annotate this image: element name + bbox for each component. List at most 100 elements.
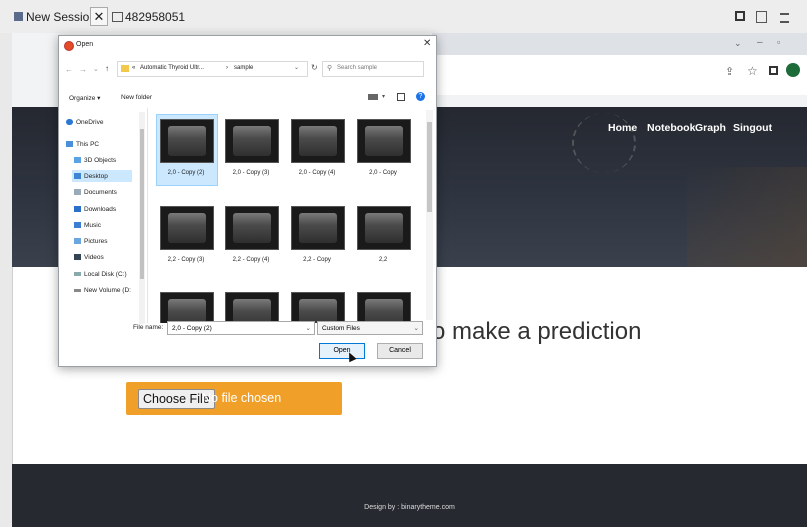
nav-scrollbar-thumb[interactable]: [140, 129, 144, 279]
nav-graph[interactable]: Graph: [695, 122, 726, 134]
nav-item-new-volume[interactable]: New Volume (D:: [74, 284, 131, 296]
copy-icon[interactable]: [756, 11, 767, 23]
tab-strip: [432, 33, 807, 55]
file-thumbnail[interactable]: [160, 206, 214, 250]
chevron-down-icon[interactable]: ⌄: [306, 322, 311, 336]
file-thumbnail[interactable]: [160, 119, 214, 163]
search-field[interactable]: ⚲ Search sample: [322, 61, 424, 77]
file-grid-scrollbar-thumb[interactable]: [427, 122, 432, 212]
navigation-pane: OneDrive This PC 3D Objects Desktop Docu…: [59, 108, 148, 323]
avatar[interactable]: [786, 63, 800, 77]
menu-icon[interactable]: [780, 13, 789, 23]
nav-item-label: Desktop: [84, 172, 108, 180]
nav-item-onedrive[interactable]: OneDrive: [66, 116, 103, 128]
document-icon: [74, 189, 81, 195]
video-icon: [74, 254, 81, 260]
filename-input[interactable]: 2,0 - Copy (2) ⌄: [167, 321, 315, 335]
file-thumbnail[interactable]: [357, 119, 411, 163]
nav-item-this-pc[interactable]: This PC: [66, 138, 99, 150]
preview-pane-icon[interactable]: [397, 93, 405, 101]
file-label[interactable]: 2,0 - Copy (3): [216, 170, 286, 176]
file-type-select[interactable]: Custom Files ⌄: [317, 321, 423, 335]
nav-item-label: Downloads: [84, 205, 117, 213]
cancel-button[interactable]: Cancel: [377, 343, 423, 359]
file-thumbnail[interactable]: [291, 292, 345, 323]
nav-item-documents[interactable]: Documents: [74, 186, 117, 198]
path-overflow[interactable]: «: [132, 65, 135, 71]
nav-item-downloads[interactable]: Downloads: [74, 203, 116, 215]
nav-home[interactable]: Home: [608, 122, 637, 134]
nav-item-label: Videos: [84, 253, 104, 261]
new-folder-button[interactable]: New folder: [121, 94, 152, 101]
nav-item-music[interactable]: Music: [74, 219, 101, 231]
nav-item-videos[interactable]: Videos: [74, 251, 104, 263]
desktop-icon: [74, 173, 81, 179]
file-type-value: Custom Files: [322, 325, 360, 332]
nav-notebook[interactable]: Notebook: [647, 122, 695, 134]
window-icon[interactable]: [735, 11, 745, 21]
share-icon[interactable]: ⇪: [725, 65, 734, 78]
nav-item-3d-objects[interactable]: 3D Objects: [74, 154, 116, 166]
drive-icon: [74, 288, 81, 292]
file-thumbnail[interactable]: [225, 119, 279, 163]
file-thumbnail[interactable]: [357, 292, 411, 323]
file-label[interactable]: 2,0 - Copy (4): [282, 170, 352, 176]
computer-icon: [66, 141, 73, 147]
chevron-down-icon[interactable]: ⌄: [734, 38, 742, 49]
search-icon: ⚲: [327, 65, 333, 72]
file-label[interactable]: 2,2: [348, 257, 418, 263]
back-arrow-icon[interactable]: ←: [65, 65, 73, 74]
chevron-down-icon[interactable]: ▾: [382, 93, 385, 100]
nav-item-desktop[interactable]: Desktop: [72, 170, 132, 182]
file-grid: 2,0 - Copy (2) 2,0 - Copy (3) 2,0 - Copy…: [151, 108, 421, 323]
path-segment-sample[interactable]: sample: [234, 65, 253, 71]
session-tab-new[interactable]: New Session: [14, 6, 96, 27]
chevron-down-icon[interactable]: ⌄: [414, 322, 419, 336]
file-label[interactable]: 2,0 - Copy (2): [151, 170, 221, 176]
file-thumbnail[interactable]: [160, 292, 214, 323]
refresh-icon[interactable]: ↻: [311, 63, 318, 72]
restore-icon[interactable]: ▫: [777, 37, 780, 47]
file-thumbnail[interactable]: [225, 206, 279, 250]
organize-menu[interactable]: Organize ▾: [69, 94, 100, 102]
up-arrow-icon[interactable]: ↑: [105, 64, 109, 73]
forward-arrow-icon[interactable]: →: [79, 65, 87, 74]
path-segment-folder[interactable]: Automatic Thyroid Ultr...: [140, 65, 204, 71]
chrome-icon: [64, 41, 74, 51]
close-icon[interactable]: ✕: [90, 7, 108, 26]
help-icon[interactable]: ?: [416, 92, 425, 101]
address-field[interactable]: « Automatic Thyroid Ultr... › sample ⌄: [117, 61, 308, 77]
close-icon[interactable]: ✕: [423, 38, 431, 49]
nav-item-local-disk[interactable]: Local Disk (C:): [74, 268, 127, 280]
file-thumbnail[interactable]: [357, 206, 411, 250]
nav-item-label: Pictures: [84, 237, 108, 245]
minimize-icon[interactable]: –: [757, 37, 763, 48]
view-options-icon[interactable]: [368, 94, 378, 100]
open-button[interactable]: Open: [319, 343, 365, 359]
organize-label: Organize: [69, 95, 96, 102]
prediction-heading: o make a prediction: [432, 318, 642, 345]
nav-singout[interactable]: Singout: [733, 122, 772, 134]
nav-item-label: Documents: [84, 188, 117, 196]
nav-item-pictures[interactable]: Pictures: [74, 235, 107, 247]
open-file-dialog: Open ✕ ← → ⌄ ↑ « Automatic Thyroid Ultr.…: [58, 35, 437, 367]
session-tab-id[interactable]: ✕ 482958051: [90, 6, 185, 27]
sidebar-icon[interactable]: [769, 66, 778, 75]
nav-item-label: This PC: [76, 140, 100, 148]
file-thumbnail[interactable]: [291, 119, 345, 163]
history-chevron-icon[interactable]: ⌄: [93, 65, 99, 73]
file-thumbnail[interactable]: [225, 292, 279, 323]
file-label[interactable]: 2,2 - Copy (3): [151, 257, 221, 263]
chevron-down-icon[interactable]: ⌄: [294, 64, 299, 71]
file-label[interactable]: 2,0 - Copy: [348, 170, 418, 176]
footer-credit: Design by : binarytheme.com: [364, 504, 455, 511]
file-status-text: No file chosen: [202, 391, 282, 405]
file-label[interactable]: 2,2 - Copy: [282, 257, 352, 263]
folder-icon: [121, 65, 129, 72]
filename-label: File name:: [133, 324, 164, 331]
file-label[interactable]: 2,2 - Copy (4): [216, 257, 286, 263]
file-thumbnail[interactable]: [291, 206, 345, 250]
star-icon[interactable]: ☆: [747, 64, 758, 78]
nav-item-label: OneDrive: [76, 118, 104, 126]
filename-value: 2,0 - Copy (2): [172, 325, 212, 332]
